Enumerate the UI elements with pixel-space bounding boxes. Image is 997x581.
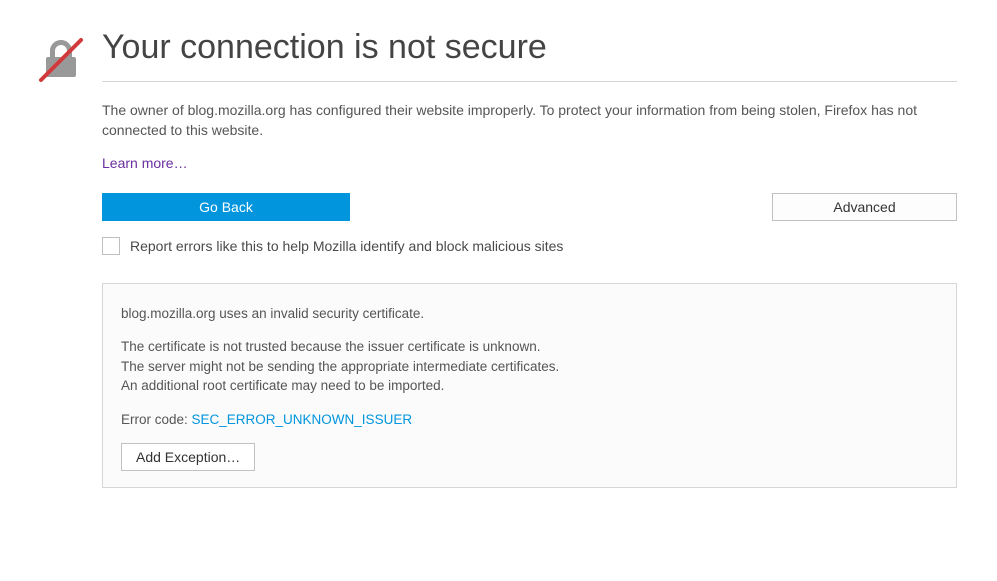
details-line-1: blog.mozilla.org uses an invalid securit… — [121, 304, 938, 324]
learn-more-link[interactable]: Learn more… — [102, 155, 188, 171]
icon-column — [20, 28, 102, 488]
insecure-lock-icon — [35, 34, 87, 488]
error-code-line: Error code: SEC_ERROR_UNKNOWN_ISSUER — [121, 410, 938, 430]
title-divider — [102, 81, 957, 82]
details-line-3: The server might not be sending the appr… — [121, 357, 938, 377]
button-row: Go Back Advanced — [102, 193, 957, 221]
page-title: Your connection is not secure — [102, 28, 957, 67]
error-description: The owner of blog.mozilla.org has config… — [102, 100, 957, 141]
report-row: Report errors like this to help Mozilla … — [102, 237, 957, 255]
error-code-link[interactable]: SEC_ERROR_UNKNOWN_ISSUER — [192, 412, 413, 427]
advanced-button[interactable]: Advanced — [772, 193, 957, 221]
report-checkbox-label: Report errors like this to help Mozilla … — [130, 238, 563, 254]
content-column: Your connection is not secure The owner … — [102, 28, 957, 488]
details-line-4: An additional root certificate may need … — [121, 376, 938, 396]
advanced-details-panel: blog.mozilla.org uses an invalid securit… — [102, 283, 957, 489]
details-line-2: The certificate is not trusted because t… — [121, 337, 938, 357]
error-code-prefix: Error code: — [121, 412, 192, 427]
error-page: Your connection is not secure The owner … — [0, 0, 997, 508]
add-exception-button[interactable]: Add Exception… — [121, 443, 255, 471]
report-checkbox[interactable] — [102, 237, 120, 255]
go-back-button[interactable]: Go Back — [102, 193, 350, 221]
